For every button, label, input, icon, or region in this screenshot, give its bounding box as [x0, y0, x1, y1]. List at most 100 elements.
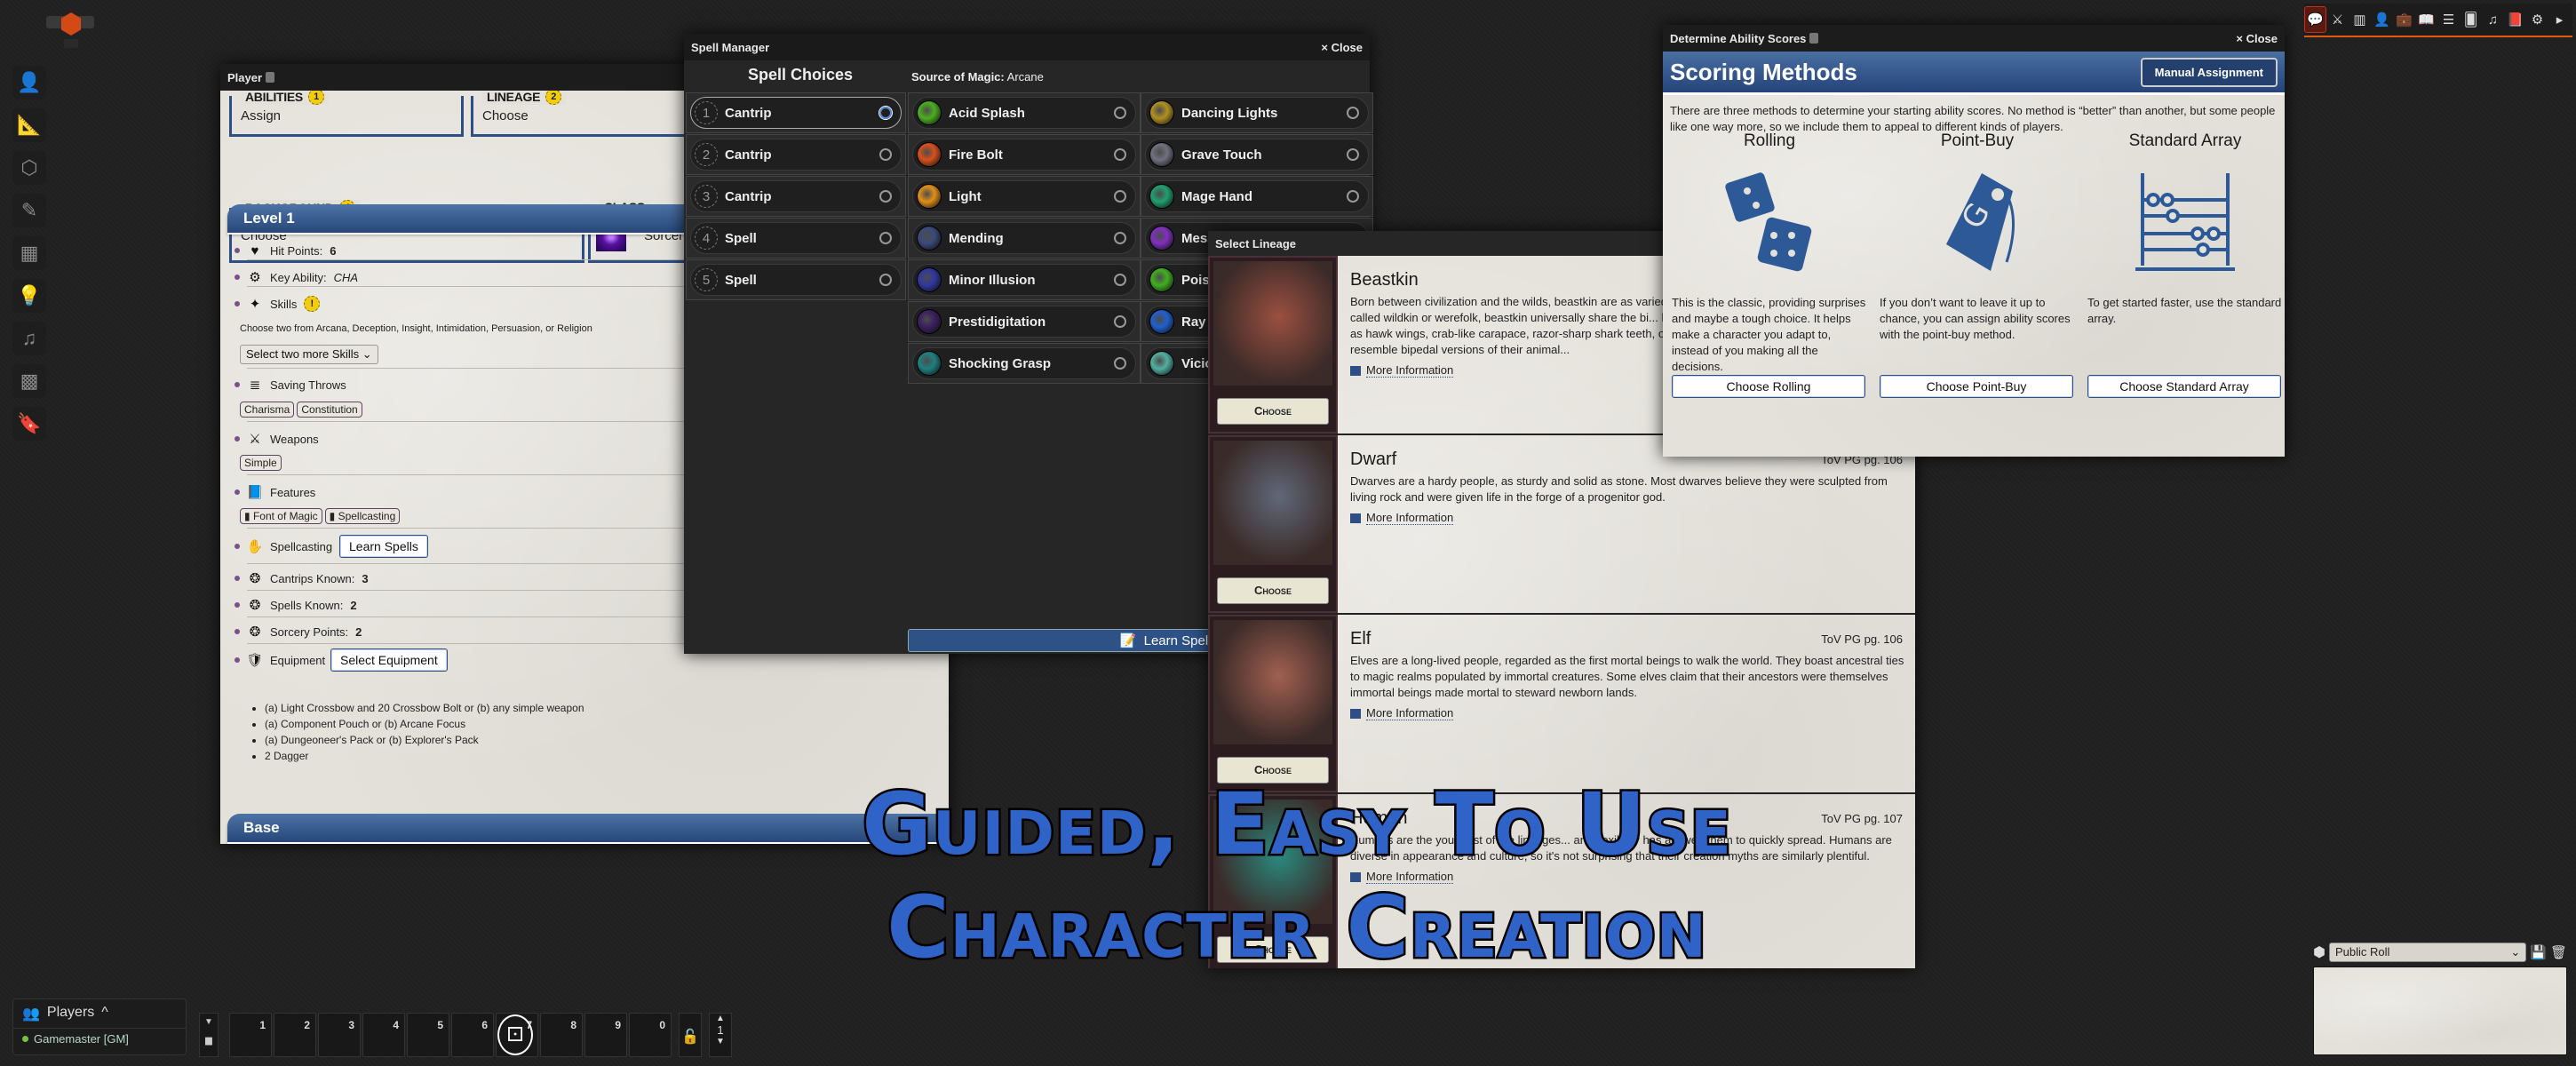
- radio-indicator[interactable]: [1114, 357, 1126, 370]
- toolbar-wall-button[interactable]: ▦: [12, 236, 46, 270]
- caret-down-icon[interactable]: ▼: [200, 1017, 218, 1027]
- tab-tables[interactable]: ☰: [2437, 6, 2460, 33]
- more-information-link[interactable]: More Information: [1350, 511, 1906, 525]
- choose-method-button[interactable]: Choose Point-Buy: [1880, 375, 2073, 398]
- close-button[interactable]: × Close: [2236, 32, 2278, 45]
- tab-journal[interactable]: 📖: [2415, 6, 2437, 33]
- radio-indicator[interactable]: [1347, 148, 1359, 161]
- slot-label: Cantrip: [725, 188, 772, 204]
- choose-method-button[interactable]: Choose Standard Array: [2087, 375, 2281, 398]
- music-icon: ♫: [21, 327, 37, 349]
- choose-method-button[interactable]: Choose Rolling: [1672, 375, 1865, 398]
- toolbar-music-button[interactable]: ♫: [12, 322, 46, 355]
- spell-icon: [1149, 226, 1174, 251]
- spell-choice-slot[interactable]: 2 Cantrip: [686, 134, 906, 175]
- spell-option[interactable]: Grave Touch: [1141, 134, 1373, 175]
- skills-select[interactable]: Select two more Skills ⌄: [240, 345, 378, 364]
- spell-option[interactable]: Acid Splash: [908, 92, 1141, 133]
- learn-spells-submit-button[interactable]: 📝 Learn Spells: [908, 629, 1231, 652]
- radio-indicator[interactable]: [1114, 148, 1126, 161]
- toolbar-cubes-button[interactable]: ⬡: [12, 151, 46, 185]
- tab-chat[interactable]: 💬: [2304, 6, 2326, 33]
- choose-button[interactable]: Choose: [1217, 398, 1329, 425]
- spell-choice-slot[interactable]: 4 Spell: [686, 218, 906, 259]
- tab-settings[interactable]: ⚙: [2526, 6, 2548, 33]
- radio-indicator[interactable]: [1114, 315, 1126, 328]
- trash-icon[interactable]: 🗑: [2550, 944, 2567, 960]
- window-header[interactable]: Determine Ability Scores × Close: [1663, 25, 2285, 52]
- toolbar-bookmark-button[interactable]: 🔖: [12, 407, 46, 441]
- macro-slot[interactable]: 1: [229, 1013, 272, 1057]
- macro-slot[interactable]: 4: [362, 1013, 405, 1057]
- radio-indicator[interactable]: [879, 107, 892, 119]
- spell-choice-slot[interactable]: 1 Cantrip: [686, 92, 906, 133]
- base-header[interactable]: Base: [227, 814, 949, 842]
- radio-indicator[interactable]: [879, 274, 892, 286]
- radio-indicator[interactable]: [1114, 190, 1126, 203]
- radio-indicator[interactable]: [1114, 107, 1126, 119]
- tag-spellcasting[interactable]: ▮ Spellcasting: [324, 508, 401, 524]
- tab-compendium[interactable]: 📕: [2504, 6, 2526, 33]
- close-button[interactable]: × Close: [1321, 41, 1363, 54]
- macro-slot[interactable]: 2: [274, 1013, 316, 1057]
- id-card-icon[interactable]: [1809, 33, 1819, 44]
- radio-indicator[interactable]: [1114, 232, 1126, 244]
- chat-input[interactable]: [2313, 967, 2567, 1055]
- tag-font-of-magic[interactable]: ▮ Font of Magic: [240, 508, 322, 524]
- id-card-icon[interactable]: [266, 72, 275, 83]
- page-up-icon[interactable]: ▲: [710, 1014, 731, 1023]
- app-logo[interactable]: [46, 12, 94, 52]
- manual-assignment-button[interactable]: Manual Assignment: [2140, 57, 2278, 87]
- spell-option[interactable]: Fire Bolt: [908, 134, 1141, 175]
- tab-playlist[interactable]: ♫: [2482, 6, 2504, 33]
- toolbar-person-button[interactable]: 👤: [12, 66, 46, 99]
- spell-option[interactable]: Minor Illusion: [908, 259, 1141, 300]
- tab-actor[interactable]: 👤: [2371, 6, 2393, 33]
- tab-combat[interactable]: ⚔: [2326, 6, 2349, 33]
- select-equipment-button[interactable]: Select Equipment: [330, 648, 448, 672]
- spell-option[interactable]: Dancing Lights: [1141, 92, 1373, 133]
- tab-cards[interactable]: 🂠: [2460, 6, 2482, 33]
- macro-slot[interactable]: 9: [584, 1013, 627, 1057]
- hotbar-lock-icon[interactable]: 🔓: [679, 1013, 702, 1057]
- radio-indicator[interactable]: [1347, 107, 1359, 119]
- more-information-link[interactable]: More Information: [1350, 706, 1906, 720]
- toolbar-checkerboard-button[interactable]: ▩: [12, 364, 46, 398]
- macro-slot[interactable]: 8: [540, 1013, 583, 1057]
- toolbar-lightbulb-button[interactable]: 💡: [12, 279, 46, 313]
- macro-folder-controls[interactable]: ▼ ▆: [199, 1013, 219, 1057]
- learn-spells-button[interactable]: Learn Spells: [339, 535, 428, 558]
- page-down-icon[interactable]: ▼: [710, 1037, 731, 1046]
- radio-indicator[interactable]: [1114, 274, 1126, 286]
- tab-map[interactable]: ▥: [2349, 6, 2371, 33]
- choose-button[interactable]: Choose: [1217, 577, 1329, 604]
- spell-choice-slot[interactable]: 5 Spell: [686, 259, 906, 300]
- folder-icon[interactable]: ▆: [200, 1036, 218, 1046]
- scoring-intro: There are three methods to determine you…: [1670, 104, 2276, 133]
- radio-indicator[interactable]: [879, 232, 892, 244]
- spell-choice-slot[interactable]: 3 Cantrip: [686, 176, 906, 217]
- macro-slot[interactable]: 5: [407, 1013, 449, 1057]
- window-header[interactable]: Spell Manager × Close: [684, 34, 1370, 60]
- spell-option[interactable]: Mending: [908, 218, 1141, 259]
- macro-slot[interactable]: 7: [496, 1013, 538, 1057]
- macro-slot[interactable]: 6: [451, 1013, 494, 1057]
- toolbar-ruler-button[interactable]: 📐: [12, 108, 46, 142]
- spell-option[interactable]: Mage Hand: [1141, 176, 1373, 217]
- players-header[interactable]: 👥 Players ^: [13, 999, 186, 1029]
- spell-option[interactable]: Shocking Grasp: [908, 343, 1141, 384]
- abilities-field[interactable]: ABILITIES 1 Assign: [229, 91, 464, 137]
- radio-indicator[interactable]: [879, 190, 892, 203]
- macro-slot[interactable]: 0: [629, 1013, 672, 1057]
- tab-collapse[interactable]: ▸: [2548, 6, 2571, 33]
- toolbar-pencil-button[interactable]: ✎: [12, 194, 46, 227]
- radio-indicator[interactable]: [879, 148, 892, 161]
- macro-slot[interactable]: 3: [318, 1013, 361, 1057]
- tab-items[interactable]: 💼: [2393, 6, 2415, 33]
- save-icon[interactable]: 💾: [2530, 944, 2547, 960]
- spell-option[interactable]: Light: [908, 176, 1141, 217]
- d20-icon[interactable]: ⬢: [2313, 943, 2326, 961]
- spell-option[interactable]: Prestidigitation: [908, 301, 1141, 342]
- radio-indicator[interactable]: [1347, 190, 1359, 203]
- roll-mode-select[interactable]: Public Roll ⌄: [2328, 943, 2527, 962]
